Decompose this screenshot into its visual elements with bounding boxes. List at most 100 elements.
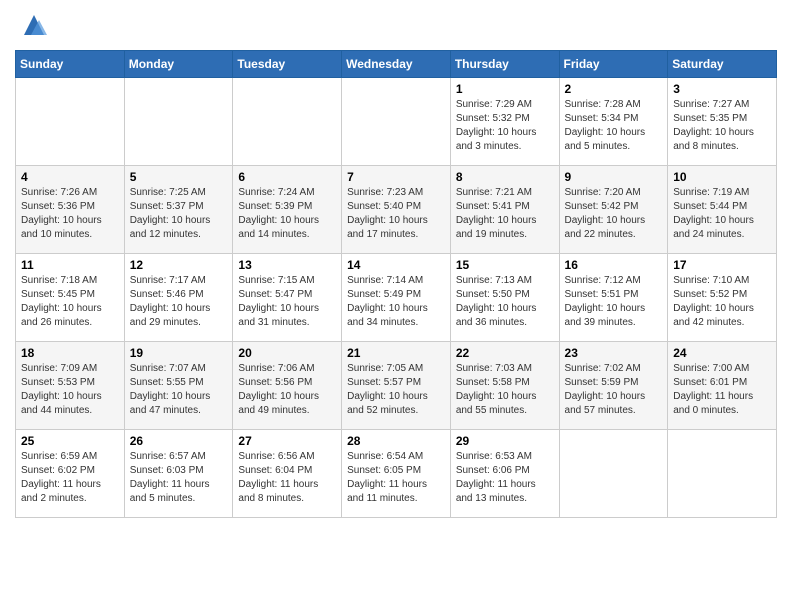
calendar-cell: 13Sunrise: 7:15 AM Sunset: 5:47 PM Dayli… [233, 254, 342, 342]
day-number: 15 [456, 258, 554, 272]
logo [15, 10, 49, 40]
day-number: 8 [456, 170, 554, 184]
day-info: Sunrise: 7:25 AM Sunset: 5:37 PM Dayligh… [130, 186, 228, 242]
day-number: 2 [565, 82, 663, 96]
calendar-cell [342, 78, 451, 166]
calendar-cell: 10Sunrise: 7:19 AM Sunset: 5:44 PM Dayli… [668, 166, 777, 254]
day-info: Sunrise: 7:05 AM Sunset: 5:57 PM Dayligh… [347, 362, 445, 418]
day-number: 5 [130, 170, 228, 184]
day-info: Sunrise: 7:28 AM Sunset: 5:34 PM Dayligh… [565, 98, 663, 154]
calendar-cell: 20Sunrise: 7:06 AM Sunset: 5:56 PM Dayli… [233, 342, 342, 430]
day-info: Sunrise: 6:56 AM Sunset: 6:04 PM Dayligh… [238, 450, 336, 506]
weekday-header: Tuesday [233, 51, 342, 78]
day-info: Sunrise: 7:02 AM Sunset: 5:59 PM Dayligh… [565, 362, 663, 418]
calendar-week-row: 18 Sunrise: 7:09 AM Sunset: 5:53 PM Dayli… [16, 342, 777, 430]
day-info: Sunrise: 7:14 AM Sunset: 5:49 PM Dayligh… [347, 274, 445, 330]
calendar-cell [559, 430, 668, 518]
day-info: Sunrise: 7:10 AM Sunset: 5:52 PM Dayligh… [673, 274, 771, 330]
calendar-week-row: 25 Sunrise: 6:59 AM Sunset: 6:02 PM Dayli… [16, 430, 777, 518]
day-info: Sunrise: 6:57 AM Sunset: 6:03 PM Dayligh… [130, 450, 228, 506]
calendar-cell: 15 Sunrise: 7:13 AM Sunset: 5:50 PM Dayli… [450, 254, 559, 342]
day-info: Sunrise: 7:18 AM Sunset: 5:45 PM Dayligh… [21, 274, 119, 330]
calendar-cell [668, 430, 777, 518]
weekday-header: Monday [124, 51, 233, 78]
calendar-cell: 16 Sunrise: 7:12 AM Sunset: 5:51 PM Dayli… [559, 254, 668, 342]
day-number: 14 [347, 258, 445, 272]
day-number: 17 [673, 258, 771, 272]
calendar-cell: 8 Sunrise: 7:21 AM Sunset: 5:41 PM Daylig… [450, 166, 559, 254]
day-info: Sunrise: 7:20 AM Sunset: 5:42 PM Dayligh… [565, 186, 663, 242]
day-number: 3 [673, 82, 771, 96]
weekday-header: Wednesday [342, 51, 451, 78]
day-number: 24 [673, 346, 771, 360]
calendar-cell: 27 Sunrise: 6:56 AM Sunset: 6:04 PM Dayli… [233, 430, 342, 518]
day-info: Sunrise: 7:12 AM Sunset: 5:51 PM Dayligh… [565, 274, 663, 330]
day-info: Sunrise: 6:53 AM Sunset: 6:06 PM Dayligh… [456, 450, 554, 506]
day-info: Sunrise: 6:54 AM Sunset: 6:05 PM Dayligh… [347, 450, 445, 506]
calendar-cell [233, 78, 342, 166]
day-info: Sunrise: 7:21 AM Sunset: 5:41 PM Dayligh… [456, 186, 554, 242]
weekday-header: Saturday [668, 51, 777, 78]
calendar-cell: 7 Sunrise: 7:23 AM Sunset: 5:40 PM Daylig… [342, 166, 451, 254]
logo-icon [19, 10, 49, 40]
day-number: 27 [238, 434, 336, 448]
day-info: Sunrise: 6:59 AM Sunset: 6:02 PM Dayligh… [21, 450, 119, 506]
day-info: Sunrise: 7:29 AM Sunset: 5:32 PM Dayligh… [456, 98, 554, 154]
day-info: Sunrise: 7:03 AM Sunset: 5:58 PM Dayligh… [456, 362, 554, 418]
calendar-cell: 17 Sunrise: 7:10 AM Sunset: 5:52 PM Dayli… [668, 254, 777, 342]
day-number: 29 [456, 434, 554, 448]
day-number: 23 [565, 346, 663, 360]
day-number: 4 [21, 170, 119, 184]
calendar-week-row: 11 Sunrise: 7:18 AM Sunset: 5:45 PM Dayli… [16, 254, 777, 342]
day-info: Sunrise: 7:23 AM Sunset: 5:40 PM Dayligh… [347, 186, 445, 242]
day-info: Sunrise: 7:09 AM Sunset: 5:53 PM Dayligh… [21, 362, 119, 418]
day-number: 13 [238, 258, 336, 272]
calendar-cell: 12 Sunrise: 7:17 AM Sunset: 5:46 PM Dayli… [124, 254, 233, 342]
calendar-cell: 22Sunrise: 7:03 AM Sunset: 5:58 PM Dayli… [450, 342, 559, 430]
calendar-cell: 18 Sunrise: 7:09 AM Sunset: 5:53 PM Dayli… [16, 342, 125, 430]
day-number: 12 [130, 258, 228, 272]
day-number: 21 [347, 346, 445, 360]
day-number: 25 [21, 434, 119, 448]
day-number: 26 [130, 434, 228, 448]
day-number: 16 [565, 258, 663, 272]
day-number: 9 [565, 170, 663, 184]
calendar-cell: 11 Sunrise: 7:18 AM Sunset: 5:45 PM Dayli… [16, 254, 125, 342]
day-number: 11 [21, 258, 119, 272]
calendar-cell [124, 78, 233, 166]
calendar-week-row: 4 Sunrise: 7:26 AM Sunset: 5:36 PM Daylig… [16, 166, 777, 254]
calendar-cell: 4 Sunrise: 7:26 AM Sunset: 5:36 PM Daylig… [16, 166, 125, 254]
day-number: 28 [347, 434, 445, 448]
day-info: Sunrise: 7:17 AM Sunset: 5:46 PM Dayligh… [130, 274, 228, 330]
weekday-header: Friday [559, 51, 668, 78]
day-number: 18 [21, 346, 119, 360]
day-info: Sunrise: 7:27 AM Sunset: 5:35 PM Dayligh… [673, 98, 771, 154]
calendar-cell: 9 Sunrise: 7:20 AM Sunset: 5:42 PM Daylig… [559, 166, 668, 254]
calendar-cell: 5 Sunrise: 7:25 AM Sunset: 5:37 PM Daylig… [124, 166, 233, 254]
weekday-header: Sunday [16, 51, 125, 78]
calendar-table: SundayMondayTuesdayWednesdayThursdayFrid… [15, 50, 777, 518]
day-info: Sunrise: 7:00 AM Sunset: 6:01 PM Dayligh… [673, 362, 771, 418]
calendar-cell: 3 Sunrise: 7:27 AM Sunset: 5:35 PM Daylig… [668, 78, 777, 166]
calendar-cell: 29 Sunrise: 6:53 AM Sunset: 6:06 PM Dayli… [450, 430, 559, 518]
day-info: Sunrise: 7:24 AM Sunset: 5:39 PM Dayligh… [238, 186, 336, 242]
calendar-cell: 26 Sunrise: 6:57 AM Sunset: 6:03 PM Dayli… [124, 430, 233, 518]
day-number: 6 [238, 170, 336, 184]
day-info: Sunrise: 7:26 AM Sunset: 5:36 PM Dayligh… [21, 186, 119, 242]
day-number: 19 [130, 346, 228, 360]
calendar-cell: 14 Sunrise: 7:14 AM Sunset: 5:49 PM Dayli… [342, 254, 451, 342]
calendar-week-row: 1 Sunrise: 7:29 AM Sunset: 5:32 PM Daylig… [16, 78, 777, 166]
day-number: 10 [673, 170, 771, 184]
day-info: Sunrise: 7:07 AM Sunset: 5:55 PM Dayligh… [130, 362, 228, 418]
weekday-header-row: SundayMondayTuesdayWednesdayThursdayFrid… [16, 51, 777, 78]
calendar-cell: 25 Sunrise: 6:59 AM Sunset: 6:02 PM Dayli… [16, 430, 125, 518]
calendar-cell [16, 78, 125, 166]
day-number: 1 [456, 82, 554, 96]
calendar-cell: 23 Sunrise: 7:02 AM Sunset: 5:59 PM Dayli… [559, 342, 668, 430]
day-number: 7 [347, 170, 445, 184]
weekday-header: Thursday [450, 51, 559, 78]
calendar-cell: 21 Sunrise: 7:05 AM Sunset: 5:57 PM Dayli… [342, 342, 451, 430]
calendar-cell: 2 Sunrise: 7:28 AM Sunset: 5:34 PM Daylig… [559, 78, 668, 166]
page-header [15, 10, 777, 40]
day-info: Sunrise: 7:13 AM Sunset: 5:50 PM Dayligh… [456, 274, 554, 330]
